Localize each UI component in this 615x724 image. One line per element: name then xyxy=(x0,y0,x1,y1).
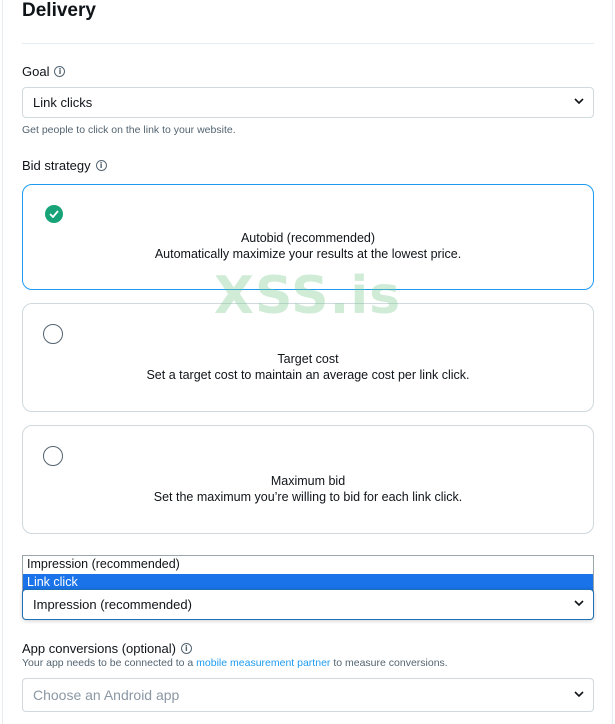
chevron-down-icon xyxy=(574,600,584,609)
app-conversions-label: App conversions (optional) xyxy=(22,641,176,656)
bid-option-autobid[interactable]: Autobid (recommended) Automatically maxi… xyxy=(22,184,594,290)
divider xyxy=(22,43,594,44)
bid-option-maximum-bid[interactable]: Maximum bid Set the maximum you’re willi… xyxy=(22,425,594,534)
info-icon[interactable]: i xyxy=(54,66,66,77)
bid-option-title: Autobid (recommended) xyxy=(240,231,376,245)
bid-strategy-label-row: Bid strategy i xyxy=(22,158,107,173)
bid-option-text: Maximum bid Set the maximum you’re willi… xyxy=(23,473,593,505)
bid-option-description: Set the maximum you’re willing to bid fo… xyxy=(153,490,463,504)
mobile-measurement-partner-link[interactable]: mobile measurement partner xyxy=(196,657,330,669)
billing-select[interactable]: Impression (recommended) xyxy=(22,589,594,620)
bid-option-target-cost[interactable]: Target cost Set a target cost to maintai… xyxy=(22,303,594,412)
radio-button[interactable] xyxy=(43,324,63,344)
bid-strategy-label: Bid strategy xyxy=(22,158,91,173)
chevron-down-icon xyxy=(574,98,584,107)
bid-option-text: Target cost Set a target cost to maintai… xyxy=(23,351,593,383)
bid-option-description: Set a target cost to maintain an average… xyxy=(146,368,470,382)
bid-option-text: Autobid (recommended) Automatically maxi… xyxy=(23,230,593,262)
radio-button[interactable] xyxy=(43,446,63,466)
bid-option-title: Maximum bid xyxy=(270,474,346,488)
app-conversions-helper: Your app needs to be connected to a mobi… xyxy=(22,657,448,669)
helper-prefix: Your app needs to be connected to a xyxy=(22,657,197,669)
goal-select[interactable]: Link clicks xyxy=(22,87,594,118)
info-icon[interactable]: i xyxy=(180,643,192,654)
chevron-down-icon xyxy=(574,690,584,700)
goal-select-value: Link clicks xyxy=(33,95,93,110)
app-conversions-label-row: App conversions (optional) i xyxy=(22,641,192,656)
android-app-select[interactable]: Choose an Android app xyxy=(22,678,594,712)
android-app-placeholder: Choose an Android app xyxy=(33,687,180,703)
goal-label: Goal xyxy=(22,64,50,79)
helper-suffix: to measure conversions. xyxy=(330,657,448,669)
billing-select-value: Impression (recommended) xyxy=(33,597,192,612)
dropdown-option-impression[interactable]: Impression (recommended) xyxy=(23,556,593,574)
bid-option-title: Target cost xyxy=(277,352,339,366)
section-title: Delivery xyxy=(22,0,96,21)
checkmark-icon[interactable] xyxy=(45,205,63,223)
billing-dropdown-list: Impression (recommended) Link click xyxy=(22,555,594,593)
info-icon[interactable]: i xyxy=(95,160,107,171)
goal-helper-text: Get people to click on the link to your … xyxy=(22,124,236,136)
goal-label-row: Goal i xyxy=(22,64,66,79)
bid-option-description: Automatically maximize your results at t… xyxy=(154,247,462,261)
